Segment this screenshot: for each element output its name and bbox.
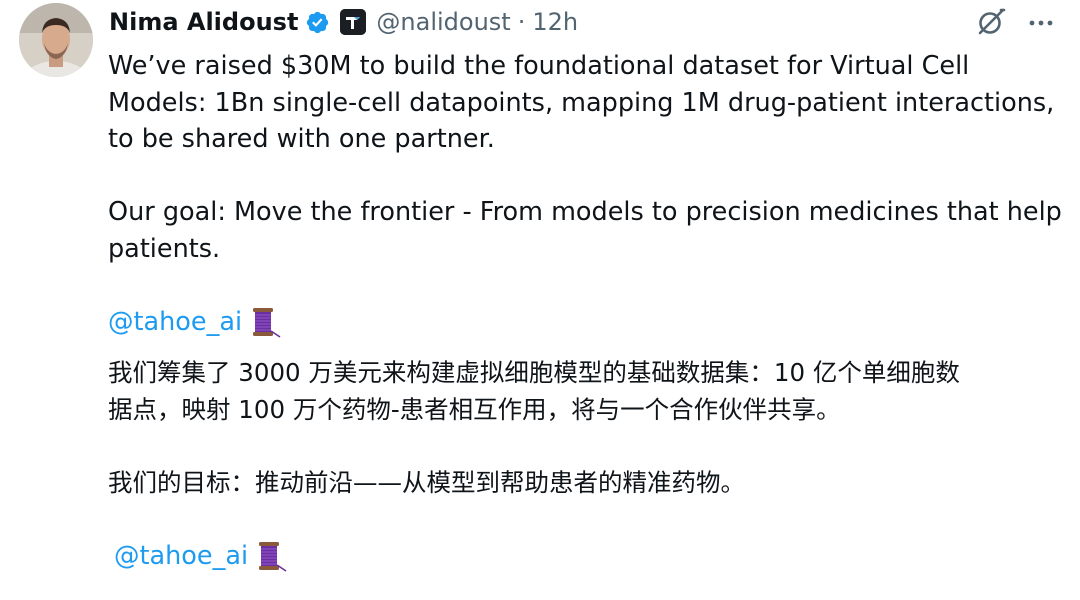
more-options-icon[interactable] xyxy=(1026,8,1056,38)
separator-dot: · xyxy=(517,8,526,36)
avatar-photo-icon xyxy=(19,3,93,77)
verified-badge-icon xyxy=(307,11,329,33)
tweet-text-line: Our goal: Move the frontier - From model… xyxy=(108,197,1062,227)
tweet-paragraph-1: We’ve raised $30M to build the foundatio… xyxy=(108,48,1054,158)
tweet-header: Nima Alidoust @nalidoust · 12h xyxy=(109,4,578,40)
tweet-paragraph-zh-2: 我们的目标：推动前沿——从模型到帮助患者的精准药物。 xyxy=(108,464,745,501)
mention-text[interactable]: @tahoe_ai xyxy=(108,304,242,340)
tweet-timestamp[interactable]: 12h xyxy=(532,8,578,36)
thread-spool-emoji-icon xyxy=(259,542,287,572)
author-handle[interactable]: @nalidoust xyxy=(376,8,510,36)
tweet-paragraph-2: Our goal: Move the frontier - From model… xyxy=(108,194,1062,267)
tweet-text-line: We’ve raised $30M to build the foundatio… xyxy=(108,51,970,81)
mention-link-tahoe-2[interactable]: @tahoe_ai xyxy=(114,538,287,574)
tweet-text-line: 我们筹集了 3000 万美元来构建虚拟细胞模型的基础数据集：10 亿个单细胞数 xyxy=(108,358,960,387)
tweet-text-line: 据点，映射 100 万个药物-患者相互作用，将与一个合作伙伴共享。 xyxy=(108,395,841,424)
tweet-text-line: to be shared with one partner. xyxy=(108,124,495,154)
tweet-text-line: 我们的目标：推动前沿——从模型到帮助患者的精准药物。 xyxy=(108,468,745,497)
mention-text[interactable]: @tahoe_ai xyxy=(114,538,248,574)
mention-link-tahoe[interactable]: @tahoe_ai xyxy=(108,304,281,340)
tahoe-logo-icon[interactable] xyxy=(340,9,367,35)
author-avatar[interactable] xyxy=(19,3,93,77)
tweet-text-line: Models: 1Bn single-cell datapoints, mapp… xyxy=(108,87,1055,118)
tweet-paragraph-zh-1: 我们筹集了 3000 万美元来构建虚拟细胞模型的基础数据集：10 亿个单细胞数 … xyxy=(108,354,960,428)
thread-spool-emoji-icon xyxy=(253,308,281,338)
tweet: Nima Alidoust @nalidoust · 12h We’ve rai… xyxy=(0,0,1080,600)
grok-icon[interactable] xyxy=(975,6,1007,38)
author-name[interactable]: Nima Alidoust xyxy=(109,8,298,36)
tweet-text-line: patients. xyxy=(108,233,221,264)
